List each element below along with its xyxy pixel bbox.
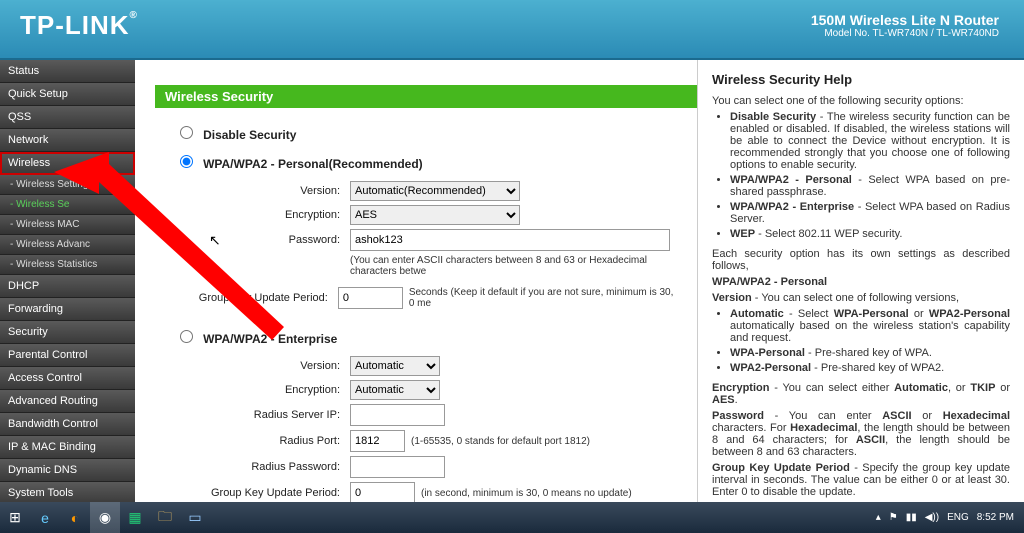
select-personal-version[interactable]: Automatic(Recommended) <box>350 181 520 201</box>
excel-icon[interactable]: ▦ <box>120 502 150 533</box>
input-radius-port[interactable] <box>350 430 405 452</box>
sound-icon[interactable]: ◀)) <box>925 512 939 523</box>
radio-wpa-personal[interactable] <box>180 155 193 168</box>
sidebar-item-security[interactable]: Security <box>0 321 135 344</box>
label-e-group-period: Group Key Update Period: <box>175 487 350 499</box>
model-no: Model No. TL-WR740N / TL-WR740ND <box>811 28 999 39</box>
help-title: Wireless Security Help <box>712 72 1010 87</box>
taskbar: ⊞ e ◐ ◉ ▦ 🗀 ▭ ▴ ⚑ ▮▮ ◀)) ENG 8:52 PM <box>0 502 1024 533</box>
chrome-icon[interactable]: ◉ <box>90 502 120 533</box>
help-encryption: Encryption - You can select either Autom… <box>712 382 1010 406</box>
label-disable-security: Disable Security <box>203 128 296 142</box>
sidebar-item-advanced-routing[interactable]: Advanced Routing <box>0 390 135 413</box>
firefox-icon[interactable]: ◐ <box>60 502 90 533</box>
label-encryption: Encryption: <box>175 209 350 221</box>
label-wpa-enterprise: WPA/WPA2 - Enterprise <box>203 332 337 346</box>
sidebar-sub-wireless-advanced[interactable]: - Wireless Advanc <box>0 235 135 255</box>
sidebar-item-status[interactable]: Status <box>0 60 135 83</box>
start-button[interactable]: ⊞ <box>0 502 30 533</box>
hint-group-period: Seconds (Keep it default if you are not … <box>409 287 677 309</box>
label-e-encryption: Encryption: <box>175 384 350 396</box>
label-radius-port: Radius Port: <box>175 435 350 447</box>
select-enterprise-encryption[interactable]: Automatic <box>350 380 440 400</box>
label-radius-password: Radius Password: <box>175 461 350 473</box>
label-e-version: Version: <box>175 360 350 372</box>
option-disable-security[interactable]: Disable Security <box>175 123 677 142</box>
sidebar-item-quick-setup[interactable]: Quick Setup <box>0 83 135 106</box>
sidebar: Status Quick Setup QSS Network Wireless … <box>0 60 135 502</box>
hint-e-group-period: (in second, minimum is 30, 0 means no up… <box>421 488 632 499</box>
network-icon[interactable]: ▮▮ <box>906 512 917 523</box>
help-bullet-disable: Disable Security - The wireless security… <box>730 111 1010 171</box>
sidebar-item-access-control[interactable]: Access Control <box>0 367 135 390</box>
input-personal-password[interactable] <box>350 229 670 251</box>
input-personal-group-period[interactable] <box>338 287 403 309</box>
select-enterprise-version[interactable]: Automatic <box>350 356 440 376</box>
input-radius-password[interactable] <box>350 456 445 478</box>
help-password: Password - You can enter ASCII or Hexade… <box>712 410 1010 458</box>
label-group-period: Group Key Update Period: <box>175 292 338 304</box>
label-wpa-personal: WPA/WPA2 - Personal(Recommended) <box>203 157 423 171</box>
radio-wpa-enterprise[interactable] <box>180 330 193 343</box>
sidebar-item-ip-mac-binding[interactable]: IP & MAC Binding <box>0 436 135 459</box>
sidebar-sub-wireless-settings[interactable]: - Wireless Settings <box>0 175 135 195</box>
help-bullet-personal: WPA/WPA2 - Personal - Select WPA based o… <box>730 174 1010 198</box>
help-bullet-wep: WEP - Select 802.11 WEP security. <box>730 228 1010 240</box>
header-info: 150M Wireless Lite N Router Model No. TL… <box>811 12 999 39</box>
language-indicator[interactable]: ENG <box>947 512 969 523</box>
sidebar-sub-wireless-security[interactable]: - Wireless Se <box>0 195 135 215</box>
sidebar-item-forwarding[interactable]: Forwarding <box>0 298 135 321</box>
ie-icon[interactable]: e <box>30 502 60 533</box>
sidebar-item-qss[interactable]: QSS <box>0 106 135 129</box>
option-wpa-enterprise[interactable]: WPA/WPA2 - Enterprise <box>175 327 677 346</box>
note-password: (You can enter ASCII characters between … <box>350 255 677 277</box>
option-wpa-personal[interactable]: WPA/WPA2 - Personal(Recommended) <box>175 152 677 171</box>
hint-radius-port: (1-65535, 0 stands for default port 1812… <box>411 436 590 447</box>
sidebar-item-parental-control[interactable]: Parental Control <box>0 344 135 367</box>
flag-icon[interactable]: ⚑ <box>889 512 898 523</box>
help-each: Each security option has its own setting… <box>712 248 1010 272</box>
logo: TP-LINK® <box>20 10 138 41</box>
help-bullet-enterprise: WPA/WPA2 - Enterprise - Select WPA based… <box>730 201 1010 225</box>
select-personal-encryption[interactable]: AES <box>350 205 520 225</box>
clock[interactable]: 8:52 PM <box>977 512 1014 523</box>
input-radius-ip[interactable] <box>350 404 445 426</box>
label-password: Password: <box>175 234 350 246</box>
help-h-personal: WPA/WPA2 - Personal <box>712 276 1010 288</box>
explorer-icon[interactable]: 🗀 <box>150 502 180 533</box>
app-icon[interactable]: ▭ <box>180 502 210 533</box>
help-group-key: Group Key Update Period - Specify the gr… <box>712 462 1010 498</box>
help-panel: Wireless Security Help You can select on… <box>698 60 1024 502</box>
label-version: Version: <box>175 185 350 197</box>
tray-up-icon[interactable]: ▴ <box>876 512 881 523</box>
main-panel: Wireless Security Disable Security WPA/W… <box>135 60 698 502</box>
product-name: 150M Wireless Lite N Router <box>811 12 999 28</box>
radio-disable-security[interactable] <box>180 126 193 139</box>
label-radius-ip: Radius Server IP: <box>175 409 350 421</box>
sidebar-item-bandwidth-control[interactable]: Bandwidth Control <box>0 413 135 436</box>
header: TP-LINK® 150M Wireless Lite N Router Mod… <box>0 0 1024 60</box>
sidebar-item-wireless[interactable]: Wireless <box>0 152 135 175</box>
system-tray[interactable]: ▴ ⚑ ▮▮ ◀)) ENG 8:52 PM <box>876 512 1024 523</box>
sidebar-item-network[interactable]: Network <box>0 129 135 152</box>
sidebar-item-dhcp[interactable]: DHCP <box>0 275 135 298</box>
sidebar-item-dynamic-dns[interactable]: Dynamic DNS <box>0 459 135 482</box>
input-enterprise-group-period[interactable] <box>350 482 415 502</box>
help-v-wpa2: WPA2-Personal - Pre-shared key of WPA2. <box>730 362 1010 374</box>
sidebar-sub-wireless-statistics[interactable]: - Wireless Statistics <box>0 255 135 275</box>
help-version: Version - You can select one of followin… <box>712 292 1010 304</box>
help-v-wpa: WPA-Personal - Pre-shared key of WPA. <box>730 347 1010 359</box>
help-intro: You can select one of the following secu… <box>712 95 1010 107</box>
page-title: Wireless Security <box>155 85 697 108</box>
help-v-auto: Automatic - Select WPA-Personal or WPA2-… <box>730 308 1010 344</box>
sidebar-sub-wireless-mac[interactable]: - Wireless MAC <box>0 215 135 235</box>
